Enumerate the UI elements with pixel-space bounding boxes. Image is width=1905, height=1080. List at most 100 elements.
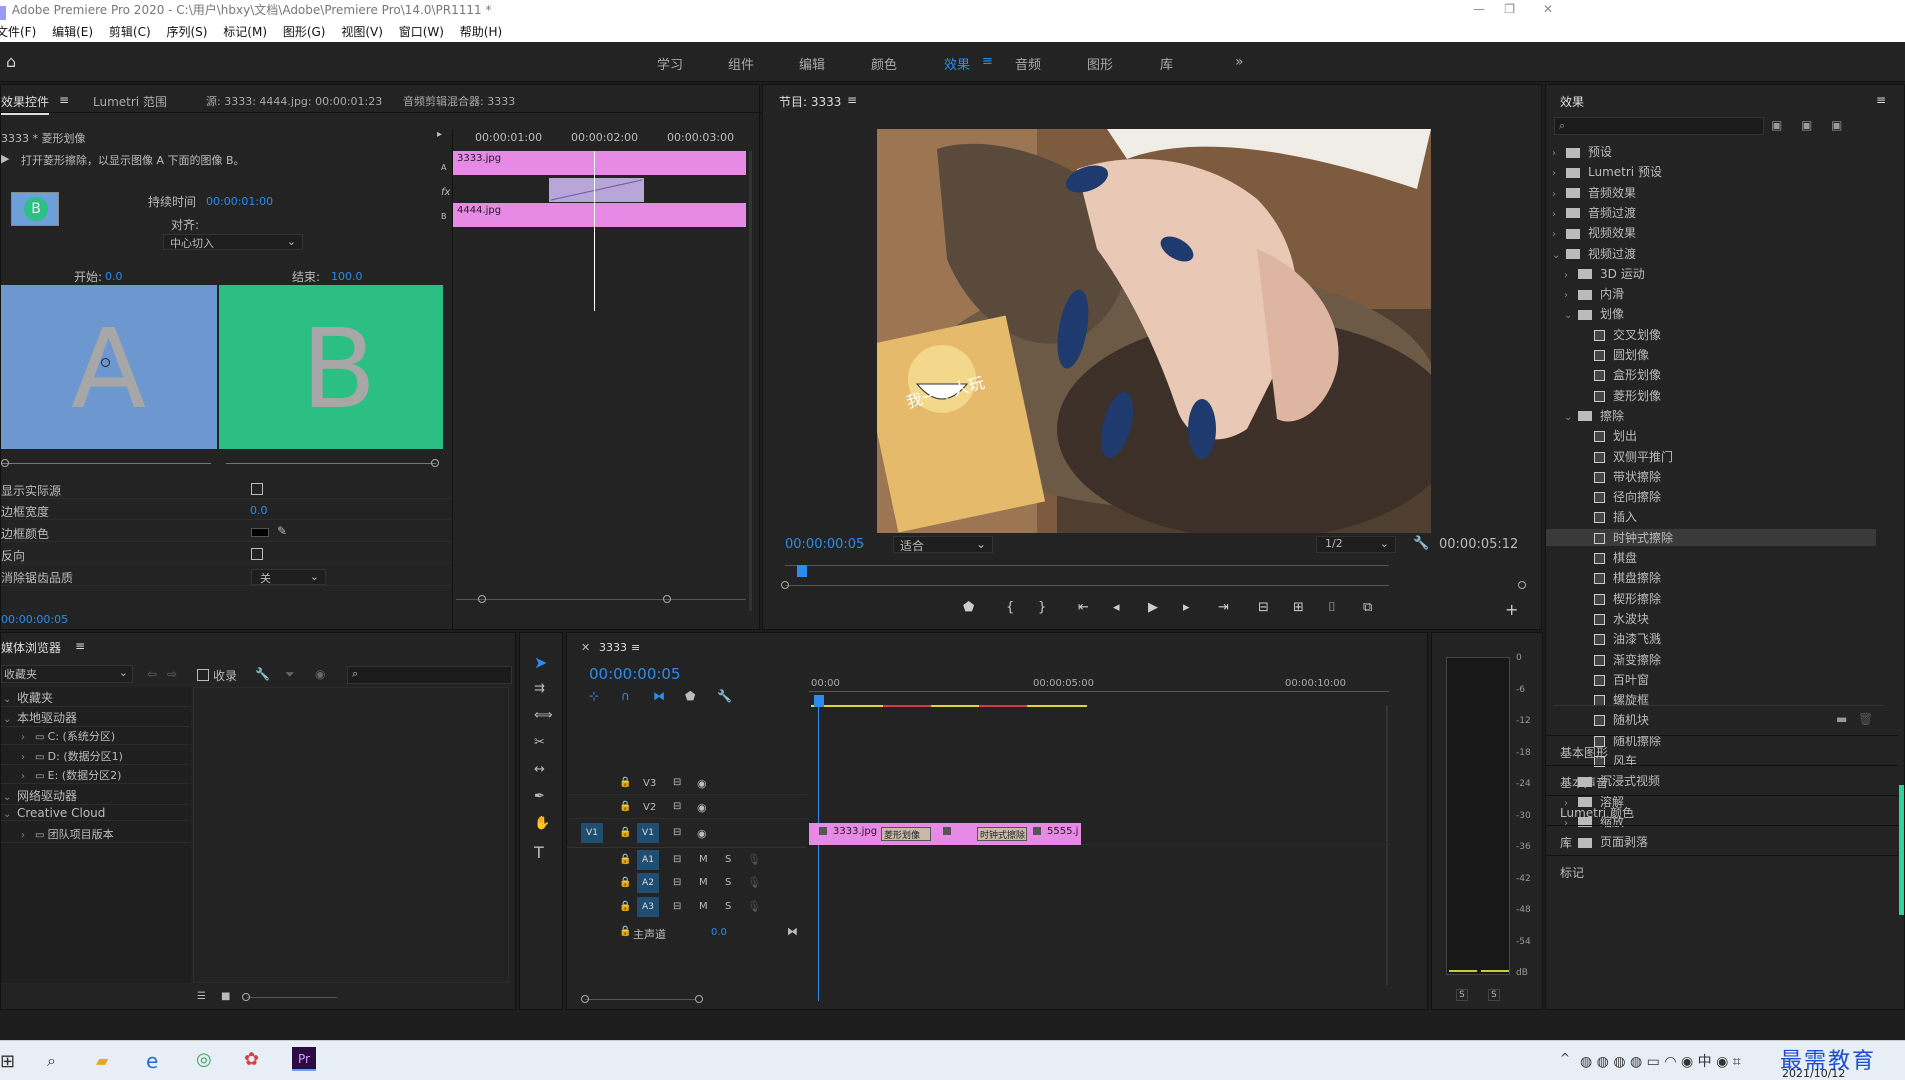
premiere-taskbar-icon[interactable]: Pr <box>292 1047 316 1071</box>
tray-up-icon[interactable]: ^ <box>1560 1051 1570 1065</box>
windows-start-icon[interactable]: ⊞ <box>0 1051 15 1072</box>
search-icon[interactable]: ⌕ <box>47 1051 56 1071</box>
effect-tree-item[interactable]: 水波块 <box>1546 610 1876 627</box>
program-timecode[interactable]: 00:00:00:05 <box>785 537 864 552</box>
effect-tree-item[interactable]: 棋盘擦除 <box>1546 569 1876 586</box>
end-slider[interactable] <box>226 463 436 464</box>
lock-icon[interactable]: 🔒 <box>619 777 631 788</box>
step-back-icon[interactable]: ◂ <box>1113 600 1120 615</box>
chevron-down-icon[interactable]: ⌄ <box>3 714 13 725</box>
chevron-right-icon[interactable]: › <box>1552 168 1562 179</box>
mini-transition[interactable] <box>549 178 644 202</box>
effect-tree-item[interactable]: 楔形擦除 <box>1546 590 1876 607</box>
solo-button[interactable]: S <box>725 877 731 888</box>
solo-button[interactable]: S <box>725 901 731 912</box>
center-handle[interactable] <box>101 358 110 367</box>
play-transition-icon[interactable]: ▶ <box>1 152 9 165</box>
end-slider-handle[interactable] <box>431 459 439 467</box>
transition-clock-wipe[interactable]: 时钟式擦除 <box>977 827 1027 841</box>
go-to-out-icon[interactable]: ⇥ <box>1218 600 1229 615</box>
media-tree-item[interactable]: › ▭ C: (系统分区) <box>1 728 189 745</box>
menu-edit[interactable]: 编辑(E) <box>52 22 93 42</box>
effect-tree-item[interactable]: 划出 <box>1546 427 1876 444</box>
zoom-handle-right[interactable] <box>1518 581 1526 589</box>
effect-tree-item[interactable]: 径向擦除 <box>1546 488 1876 505</box>
effect-tree-item[interactable]: 棋盘 <box>1546 549 1876 566</box>
effect-tree-item[interactable]: 双侧平推门 <box>1546 448 1876 465</box>
chevron-right-icon[interactable]: › <box>21 752 31 763</box>
workspace-menu-icon[interactable]: ≡ <box>982 54 993 69</box>
timeline-settings-icon[interactable]: 🔧 <box>717 689 732 703</box>
mini-scroll-handle-left[interactable] <box>478 595 486 603</box>
panel-section-header[interactable]: 标记 <box>1546 855 1898 885</box>
mini-playhead[interactable] <box>594 151 595 311</box>
menu-marker[interactable]: 标记(M) <box>223 22 267 42</box>
antialias-dropdown[interactable]: 关 ⌄ <box>251 569 326 585</box>
effect-tree-item[interactable]: › 内滑 <box>1546 285 1876 302</box>
close-button[interactable]: ✕ <box>1543 2 1553 16</box>
effect-tree-item[interactable]: 菱形划像 <box>1546 387 1876 404</box>
program-playhead[interactable] <box>797 565 807 577</box>
app-icon[interactable]: ✿ <box>244 1049 259 1070</box>
timeline-vertical-scrollbar[interactable] <box>1386 705 1388 985</box>
tab-source[interactable]: 源: 3333: 4444.jpg: 00:00:01:23 <box>206 93 382 109</box>
lock-icon[interactable]: 🔒 <box>619 901 631 912</box>
media-tree-item[interactable]: ⌄ 本地驱动器 <box>1 709 189 727</box>
chevron-down-icon[interactable]: ⌄ <box>1552 250 1562 261</box>
sync-lock-icon[interactable]: ⊟ <box>673 901 681 912</box>
media-tree-item[interactable]: ⌄ 收藏夹 <box>1 689 189 707</box>
sync-lock-icon[interactable]: ⊟ <box>673 801 681 812</box>
workspace-libraries[interactable]: 库 <box>1160 54 1173 73</box>
add-button-icon[interactable]: + <box>1505 600 1518 619</box>
more-workspaces-icon[interactable]: » <box>1235 54 1244 70</box>
timeline-zoom-handle-left[interactable] <box>581 995 589 1003</box>
new-bin-icon[interactable]: ▬ <box>1836 712 1847 726</box>
lock-icon[interactable]: 🔒 <box>619 877 631 888</box>
workspace-effects[interactable]: 效果 <box>944 54 970 73</box>
export-frame-icon[interactable]: ⌷ <box>1328 600 1336 615</box>
start-value[interactable]: 0.0 <box>105 270 123 283</box>
effect-tree-item[interactable]: ⌄ 擦除 <box>1546 407 1876 424</box>
mute-button[interactable]: M <box>699 901 708 912</box>
filter-icon[interactable]: ⏷ <box>285 667 295 682</box>
program-zoom-bar[interactable] <box>785 585 1389 586</box>
effect-tree-item[interactable]: 随机块 <box>1546 711 1876 728</box>
panel-section-header[interactable]: 基本图形 <box>1546 735 1898 765</box>
yuv-effects-icon[interactable]: ▣ <box>1831 118 1842 132</box>
effect-tree-item[interactable]: 盒形划像 <box>1546 366 1876 383</box>
workspace-assembly[interactable]: 组件 <box>728 54 754 73</box>
mute-button[interactable]: M <box>699 877 708 888</box>
chevron-right-icon[interactable]: › <box>1552 209 1562 220</box>
solo-button[interactable]: S <box>725 854 731 865</box>
menu-help[interactable]: 帮助(H) <box>460 22 502 42</box>
chevron-down-icon[interactable]: ⌄ <box>3 809 13 820</box>
chevron-down-icon[interactable]: ⌄ <box>1564 310 1574 321</box>
wrench-icon[interactable]: 🔧 <box>255 667 270 681</box>
align-dropdown[interactable]: 中心切入 ⌄ <box>163 234 303 250</box>
track-v2-label[interactable]: V2 <box>643 802 656 813</box>
icon-view-icon[interactable]: ■ <box>221 991 230 1002</box>
transition-diamond-wipe[interactable]: 菱形划像 <box>881 827 931 841</box>
view-icon[interactable]: ◉ <box>315 667 325 681</box>
snap-icon[interactable]: ∩ <box>621 689 630 703</box>
edge-icon[interactable]: e <box>146 1049 158 1073</box>
solo-left-button[interactable]: S <box>1456 989 1468 1001</box>
master-end-icon[interactable]: ⧓ <box>787 925 798 938</box>
mini-clip-a[interactable]: 3333.jpg <box>453 151 746 175</box>
tab-effect-controls[interactable]: 效果控件 <box>1 93 50 115</box>
mute-button[interactable]: M <box>699 854 708 865</box>
tab-menu-icon[interactable]: ≡ <box>59 93 69 107</box>
effect-tree-item[interactable]: 油漆飞溅 <box>1546 630 1876 647</box>
menu-view[interactable]: 视图(V) <box>341 22 383 42</box>
panel-section-header[interactable]: 基本声音 <box>1546 765 1898 795</box>
chevron-down-icon[interactable]: ⌄ <box>3 792 13 803</box>
mic-icon[interactable]: 🎙 <box>747 876 761 889</box>
razor-tool-icon[interactable]: ✂ <box>534 735 545 750</box>
ec-timecode[interactable]: 00:00:00:05 <box>1 613 68 626</box>
chevron-right-icon[interactable]: › <box>1552 189 1562 200</box>
extract-icon[interactable]: ⊞ <box>1293 600 1304 615</box>
sync-lock-icon[interactable]: ⊟ <box>673 777 681 788</box>
ec-vertical-scrollbar[interactable] <box>749 151 752 611</box>
eye-icon[interactable]: ◉ <box>697 801 707 814</box>
back-icon[interactable]: ⇦ <box>147 667 157 681</box>
